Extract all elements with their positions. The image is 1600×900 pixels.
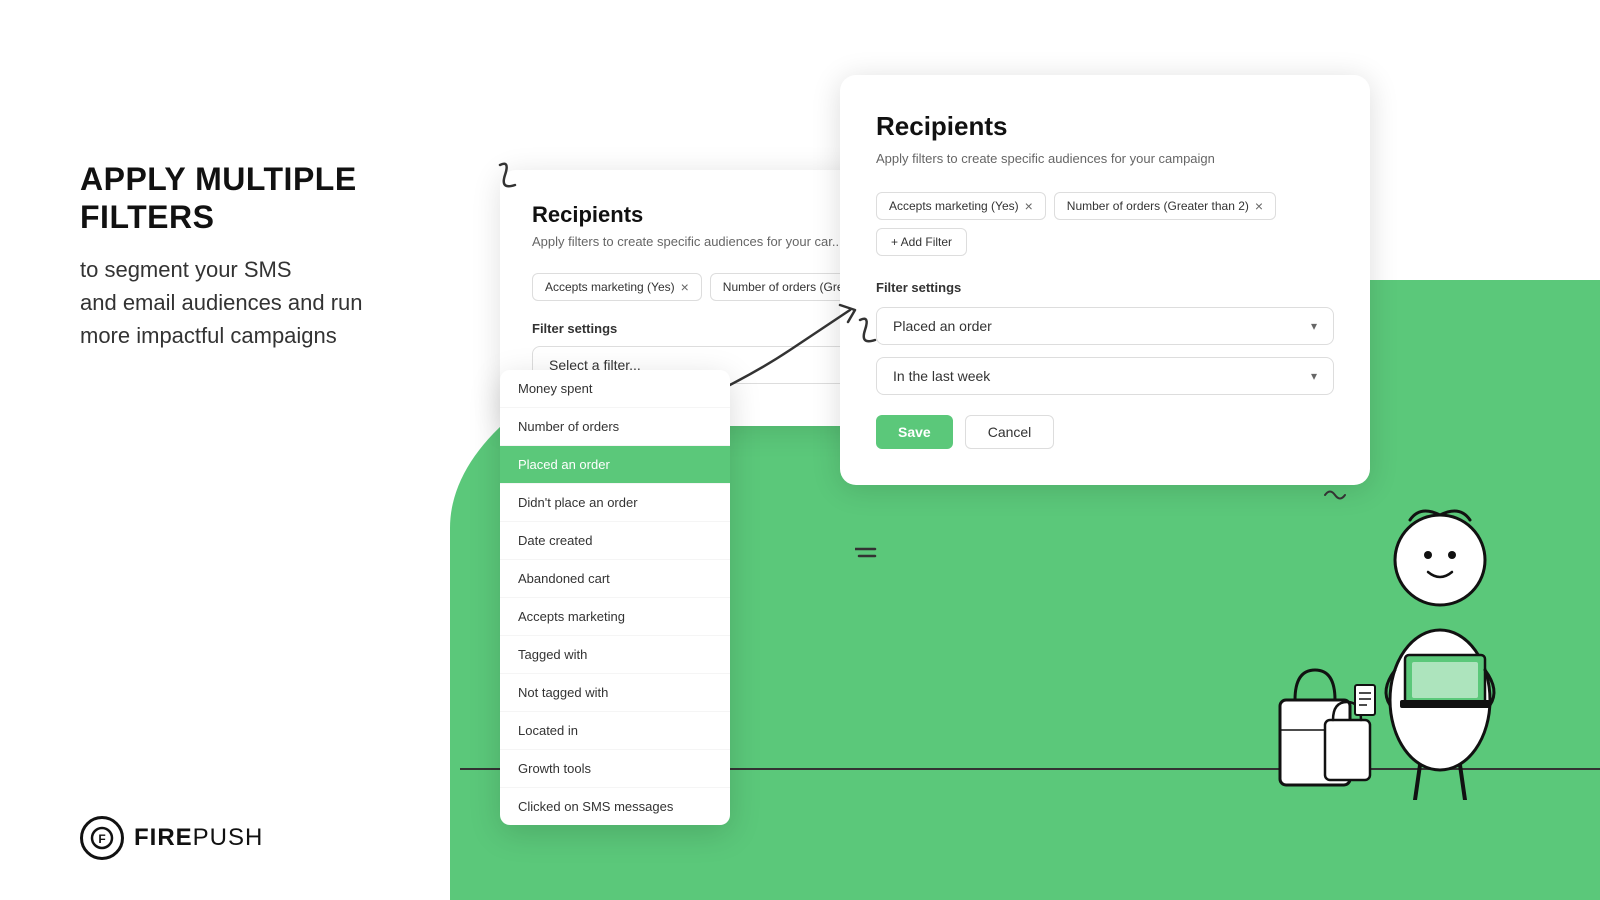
save-button[interactable]: Save bbox=[876, 415, 953, 449]
card-front-subtitle: Apply filters to create specific audienc… bbox=[876, 150, 1334, 168]
squiggle-mid bbox=[840, 310, 900, 370]
main-body: to segment your SMS and email audiences … bbox=[80, 253, 500, 352]
cancel-button[interactable]: Cancel bbox=[965, 415, 1055, 449]
chevron-down-icon-1: ▾ bbox=[1311, 319, 1317, 333]
action-buttons: Save Cancel bbox=[876, 415, 1334, 449]
logo-text: FIREPUSH bbox=[134, 824, 263, 852]
dropdown-item-date-created[interactable]: Date created bbox=[500, 522, 730, 560]
dropdown-item-growth-tools[interactable]: Growth tools bbox=[500, 750, 730, 788]
dropdown-item-not-tagged[interactable]: Not tagged with bbox=[500, 674, 730, 712]
dropdown-item-tagged-with[interactable]: Tagged with bbox=[500, 636, 730, 674]
filter-dropdown-menu: Money spent Number of orders Placed an o… bbox=[500, 370, 730, 825]
dropdown-item-money-spent[interactable]: Money spent bbox=[500, 370, 730, 408]
deco-marks-mid-bottom bbox=[855, 541, 879, 565]
dropdown-item-clicked-sms[interactable]: Clicked on SMS messages bbox=[500, 788, 730, 825]
dropdown-item-number-orders[interactable]: Number of orders bbox=[500, 408, 730, 446]
logo-icon: F bbox=[80, 816, 124, 860]
main-headline: APPLY MULTIPLE FILTERS bbox=[80, 160, 500, 237]
placed-order-select[interactable]: Placed an order ▾ bbox=[876, 307, 1334, 345]
dropdown-item-abandoned-cart[interactable]: Abandoned cart bbox=[500, 560, 730, 598]
squiggle-top bbox=[480, 155, 560, 215]
dropdown-item-accepts-marketing[interactable]: Accepts marketing bbox=[500, 598, 730, 636]
svg-text:F: F bbox=[98, 832, 105, 846]
card-front: Recipients Apply filters to create speci… bbox=[840, 75, 1370, 485]
character-illustration bbox=[1340, 460, 1540, 800]
tag-front-orders-remove[interactable]: × bbox=[1255, 199, 1263, 213]
last-week-select[interactable]: In the last week ▾ bbox=[876, 357, 1334, 395]
dropdown-item-didnt-place[interactable]: Didn't place an order bbox=[500, 484, 730, 522]
dropdown-item-placed-order[interactable]: Placed an order bbox=[500, 446, 730, 484]
card-front-title: Recipients bbox=[876, 111, 1334, 142]
tag-front-orders[interactable]: Number of orders (Greater than 2) × bbox=[1054, 192, 1276, 220]
card-front-tags: Accepts marketing (Yes) × Number of orde… bbox=[876, 192, 1334, 256]
tag-marketing-remove[interactable]: × bbox=[681, 280, 689, 294]
deco-marks-right bbox=[1320, 480, 1350, 510]
firepush-logo: F FIREPUSH bbox=[80, 816, 263, 860]
tag-marketing[interactable]: Accepts marketing (Yes) × bbox=[532, 273, 702, 301]
left-content: APPLY MULTIPLE FILTERS to segment your S… bbox=[80, 160, 500, 352]
chevron-down-icon-2: ▾ bbox=[1311, 369, 1317, 383]
dropdown-item-located-in[interactable]: Located in bbox=[500, 712, 730, 750]
tag-front-marketing[interactable]: Accepts marketing (Yes) × bbox=[876, 192, 1046, 220]
add-filter-button[interactable]: + Add Filter bbox=[876, 228, 967, 256]
filter-settings-label-front: Filter settings bbox=[876, 280, 1334, 295]
tag-front-marketing-remove[interactable]: × bbox=[1025, 199, 1033, 213]
